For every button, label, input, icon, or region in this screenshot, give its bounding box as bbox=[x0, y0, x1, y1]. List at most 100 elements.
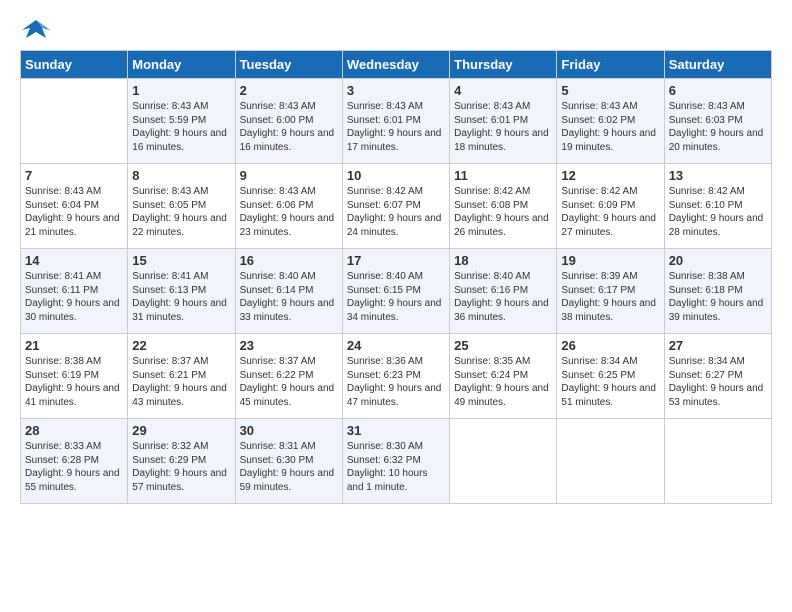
day-number: 17 bbox=[347, 253, 445, 268]
calendar-cell bbox=[450, 419, 557, 504]
weekday-tuesday: Tuesday bbox=[235, 51, 342, 79]
calendar-cell: 17 Sunrise: 8:40 AMSunset: 6:15 PMDayligh… bbox=[342, 249, 449, 334]
calendar-cell: 5Sunrise: 8:43 AMSunset: 6:02 PMDaylight… bbox=[557, 79, 664, 164]
calendar-cell: 14 Sunrise: 8:41 AMSunset: 6:11 PMDayligh… bbox=[21, 249, 128, 334]
day-detail: Sunrise: 8:42 AMSunset: 6:08 PMDaylight:… bbox=[454, 185, 552, 239]
day-detail: Sunrise: 8:37 AMSunset: 6:22 PMDaylight:… bbox=[240, 355, 338, 409]
day-detail: Sunrise: 8:32 AMSunset: 6:29 PMDaylight:… bbox=[132, 440, 230, 494]
day-number: 25 bbox=[454, 338, 552, 353]
calendar-cell: 16Sunrise: 8:40 AMSunset: 6:14 PMDayligh… bbox=[235, 249, 342, 334]
day-detail: Sunrise: 8:42 AMSunset: 6:07 PMDaylight:… bbox=[347, 185, 445, 239]
day-number: 21 bbox=[25, 338, 123, 353]
weekday-monday: Monday bbox=[128, 51, 235, 79]
day-detail: Sunrise: 8:34 AMSunset: 6:25 PMDaylight:… bbox=[561, 355, 659, 409]
day-number: 10 bbox=[347, 168, 445, 183]
day-detail: Sunrise: 8:31 AMSunset: 6:30 PMDaylight:… bbox=[240, 440, 338, 494]
header bbox=[20, 16, 772, 44]
week-row-2: 7 Sunrise: 8:43 AMSunset: 6:04 PMDaylight… bbox=[21, 164, 772, 249]
calendar-table: SundayMondayTuesdayWednesdayThursdayFrid… bbox=[20, 50, 772, 504]
calendar-cell: 23 Sunrise: 8:37 AMSunset: 6:22 PMDayligh… bbox=[235, 334, 342, 419]
weekday-thursday: Thursday bbox=[450, 51, 557, 79]
day-detail: Sunrise: 8:36 AMSunset: 6:23 PMDaylight:… bbox=[347, 355, 445, 409]
day-detail: Sunrise: 8:40 AMSunset: 6:14 PMDaylight:… bbox=[240, 270, 338, 324]
day-detail: Sunrise: 8:35 AMSunset: 6:24 PMDaylight:… bbox=[454, 355, 552, 409]
calendar-cell: 9 Sunrise: 8:43 AMSunset: 6:06 PMDaylight… bbox=[235, 164, 342, 249]
day-detail: Sunrise: 8:43 AMSunset: 6:00 PMDaylight:… bbox=[240, 100, 338, 154]
weekday-friday: Friday bbox=[557, 51, 664, 79]
day-detail: Sunrise: 8:43 AMSunset: 5:59 PMDaylight:… bbox=[132, 100, 230, 154]
calendar-cell: 10 Sunrise: 8:42 AMSunset: 6:07 PMDayligh… bbox=[342, 164, 449, 249]
day-number: 6 bbox=[669, 83, 767, 98]
day-detail: Sunrise: 8:33 AMSunset: 6:28 PMDaylight:… bbox=[25, 440, 123, 494]
weekday-saturday: Saturday bbox=[664, 51, 771, 79]
calendar-cell: 27Sunrise: 8:34 AMSunset: 6:27 PMDayligh… bbox=[664, 334, 771, 419]
calendar-cell: 19 Sunrise: 8:39 AMSunset: 6:17 PMDayligh… bbox=[557, 249, 664, 334]
calendar-cell: 20Sunrise: 8:38 AMSunset: 6:18 PMDayligh… bbox=[664, 249, 771, 334]
calendar-cell: 6Sunrise: 8:43 AMSunset: 6:03 PMDaylight… bbox=[664, 79, 771, 164]
day-detail: Sunrise: 8:43 AMSunset: 6:02 PMDaylight:… bbox=[561, 100, 659, 154]
calendar-cell: 8 Sunrise: 8:43 AMSunset: 6:05 PMDaylight… bbox=[128, 164, 235, 249]
day-number: 2 bbox=[240, 83, 338, 98]
day-number: 4 bbox=[454, 83, 552, 98]
day-number: 1 bbox=[132, 83, 230, 98]
day-number: 26 bbox=[561, 338, 659, 353]
day-number: 22 bbox=[132, 338, 230, 353]
calendar-cell: 18 Sunrise: 8:40 AMSunset: 6:16 PMDayligh… bbox=[450, 249, 557, 334]
day-number: 11 bbox=[454, 168, 552, 183]
calendar-cell bbox=[21, 79, 128, 164]
week-row-5: 28 Sunrise: 8:33 AMSunset: 6:28 PMDayligh… bbox=[21, 419, 772, 504]
day-detail: Sunrise: 8:38 AMSunset: 6:19 PMDaylight:… bbox=[25, 355, 123, 409]
calendar-cell: 21 Sunrise: 8:38 AMSunset: 6:19 PMDayligh… bbox=[21, 334, 128, 419]
week-row-3: 14 Sunrise: 8:41 AMSunset: 6:11 PMDayligh… bbox=[21, 249, 772, 334]
logo-line1 bbox=[20, 20, 50, 44]
week-row-1: 1 Sunrise: 8:43 AMSunset: 5:59 PMDaylight… bbox=[21, 79, 772, 164]
calendar-cell: 30Sunrise: 8:31 AMSunset: 6:30 PMDayligh… bbox=[235, 419, 342, 504]
day-number: 15 bbox=[132, 253, 230, 268]
calendar-cell: 26 Sunrise: 8:34 AMSunset: 6:25 PMDayligh… bbox=[557, 334, 664, 419]
day-detail: Sunrise: 8:41 AMSunset: 6:11 PMDaylight:… bbox=[25, 270, 123, 324]
week-row-4: 21 Sunrise: 8:38 AMSunset: 6:19 PMDayligh… bbox=[21, 334, 772, 419]
logo-bird-icon bbox=[22, 16, 50, 44]
calendar-cell: 15 Sunrise: 8:41 AMSunset: 6:13 PMDayligh… bbox=[128, 249, 235, 334]
day-detail: Sunrise: 8:41 AMSunset: 6:13 PMDaylight:… bbox=[132, 270, 230, 324]
day-detail: Sunrise: 8:43 AMSunset: 6:04 PMDaylight:… bbox=[25, 185, 123, 239]
logo bbox=[20, 20, 50, 44]
day-number: 9 bbox=[240, 168, 338, 183]
day-detail: Sunrise: 8:39 AMSunset: 6:17 PMDaylight:… bbox=[561, 270, 659, 324]
calendar-cell: 25 Sunrise: 8:35 AMSunset: 6:24 PMDayligh… bbox=[450, 334, 557, 419]
day-detail: Sunrise: 8:43 AMSunset: 6:01 PMDaylight:… bbox=[454, 100, 552, 154]
day-number: 19 bbox=[561, 253, 659, 268]
day-number: 8 bbox=[132, 168, 230, 183]
day-detail: Sunrise: 8:40 AMSunset: 6:16 PMDaylight:… bbox=[454, 270, 552, 324]
day-detail: Sunrise: 8:43 AMSunset: 6:06 PMDaylight:… bbox=[240, 185, 338, 239]
weekday-header-row: SundayMondayTuesdayWednesdayThursdayFrid… bbox=[21, 51, 772, 79]
day-number: 7 bbox=[25, 168, 123, 183]
day-number: 27 bbox=[669, 338, 767, 353]
day-detail: Sunrise: 8:43 AMSunset: 6:05 PMDaylight:… bbox=[132, 185, 230, 239]
day-detail: Sunrise: 8:40 AMSunset: 6:15 PMDaylight:… bbox=[347, 270, 445, 324]
day-number: 29 bbox=[132, 423, 230, 438]
calendar-cell: 24 Sunrise: 8:36 AMSunset: 6:23 PMDayligh… bbox=[342, 334, 449, 419]
day-number: 24 bbox=[347, 338, 445, 353]
day-number: 18 bbox=[454, 253, 552, 268]
calendar-cell: 13 Sunrise: 8:42 AMSunset: 6:10 PMDayligh… bbox=[664, 164, 771, 249]
day-detail: Sunrise: 8:38 AMSunset: 6:18 PMDaylight:… bbox=[669, 270, 767, 324]
day-number: 28 bbox=[25, 423, 123, 438]
weekday-wednesday: Wednesday bbox=[342, 51, 449, 79]
day-number: 14 bbox=[25, 253, 123, 268]
calendar-cell: 29 Sunrise: 8:32 AMSunset: 6:29 PMDayligh… bbox=[128, 419, 235, 504]
day-number: 23 bbox=[240, 338, 338, 353]
day-number: 13 bbox=[669, 168, 767, 183]
calendar-cell bbox=[664, 419, 771, 504]
calendar-cell: 2 Sunrise: 8:43 AMSunset: 6:00 PMDaylight… bbox=[235, 79, 342, 164]
calendar-cell: 31Sunrise: 8:30 AMSunset: 6:32 PMDayligh… bbox=[342, 419, 449, 504]
calendar-cell: 11 Sunrise: 8:42 AMSunset: 6:08 PMDayligh… bbox=[450, 164, 557, 249]
calendar-cell: 22 Sunrise: 8:37 AMSunset: 6:21 PMDayligh… bbox=[128, 334, 235, 419]
day-number: 12 bbox=[561, 168, 659, 183]
calendar-cell: 1 Sunrise: 8:43 AMSunset: 5:59 PMDaylight… bbox=[128, 79, 235, 164]
day-detail: Sunrise: 8:37 AMSunset: 6:21 PMDaylight:… bbox=[132, 355, 230, 409]
day-number: 3 bbox=[347, 83, 445, 98]
calendar-cell: 4 Sunrise: 8:43 AMSunset: 6:01 PMDaylight… bbox=[450, 79, 557, 164]
calendar-cell: 12Sunrise: 8:42 AMSunset: 6:09 PMDayligh… bbox=[557, 164, 664, 249]
day-detail: Sunrise: 8:42 AMSunset: 6:10 PMDaylight:… bbox=[669, 185, 767, 239]
